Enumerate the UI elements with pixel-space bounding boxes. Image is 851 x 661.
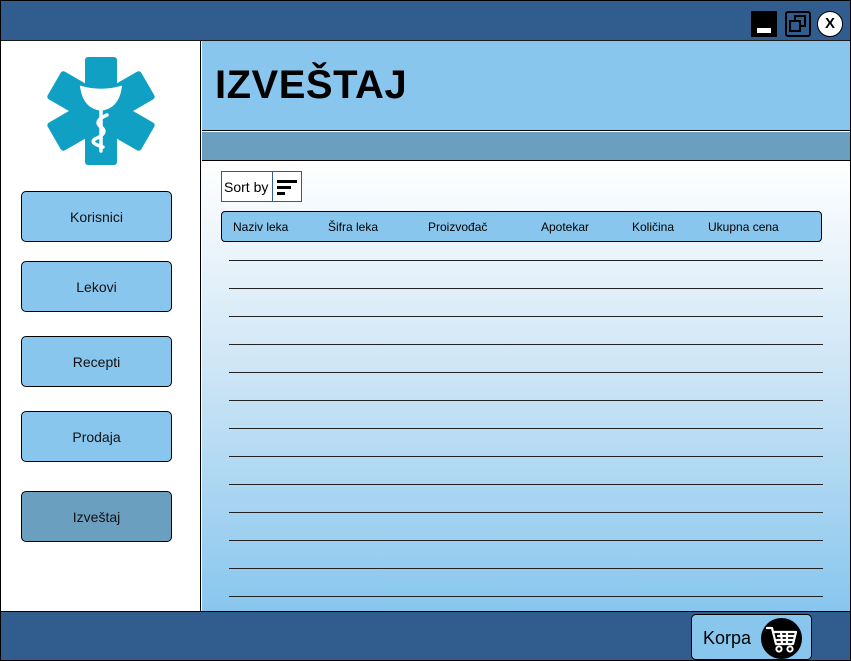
footer-bar: Korpa	[1, 611, 850, 660]
table-row	[229, 540, 823, 541]
sidebar-item-izvestaj[interactable]: Izveštaj	[21, 491, 172, 542]
column-header-proizvodjac[interactable]: Proizvođač	[428, 220, 487, 234]
sidebar: Korisnici Lekovi Recepti Prodaja Izvešta…	[1, 41, 201, 611]
column-header-sifra-leka[interactable]: Šifra leka	[328, 220, 378, 234]
page-header: IZVEŠTAJ	[202, 41, 850, 131]
table-row	[229, 512, 823, 513]
page-title: IZVEŠTAJ	[215, 63, 408, 107]
table-row	[229, 344, 823, 345]
table-row	[229, 372, 823, 373]
table-row	[229, 596, 823, 597]
sidebar-item-label: Korisnici	[70, 208, 123, 225]
table-row	[229, 288, 823, 289]
star-of-life-icon	[47, 57, 155, 165]
restore-button[interactable]	[785, 11, 811, 37]
close-button[interactable]: X	[817, 11, 843, 37]
sidebar-item-label: Lekovi	[76, 278, 117, 295]
table-row	[229, 568, 823, 569]
sort-by-button[interactable]: Sort by	[221, 171, 302, 202]
cart-button[interactable]: Korpa	[691, 614, 812, 660]
table-row	[229, 260, 823, 261]
sidebar-item-lekovi[interactable]: Lekovi	[21, 261, 172, 312]
report-content: Sort by Naziv leka Šifra leka Proizvođač…	[202, 162, 850, 611]
app-window: X Korisnici Lekovi Recepti Prodaja Izveš…	[0, 0, 851, 661]
sidebar-item-label: Recepti	[72, 353, 121, 370]
column-header-apotekar[interactable]: Apotekar	[541, 220, 589, 234]
column-header-naziv-leka[interactable]: Naziv leka	[233, 220, 288, 234]
header-subbar	[202, 132, 850, 161]
table-row	[229, 428, 823, 429]
column-header-ukupna-cena[interactable]: Ukupna cena	[708, 220, 779, 234]
sidebar-item-prodaja[interactable]: Prodaja	[21, 411, 172, 462]
sidebar-item-recepti[interactable]: Recepti	[21, 336, 172, 387]
table-row	[229, 400, 823, 401]
minimize-button[interactable]	[751, 11, 777, 37]
column-header-kolicina[interactable]: Količina	[632, 220, 674, 234]
sidebar-item-label: Izveštaj	[72, 508, 121, 525]
restore-icon	[789, 15, 806, 32]
sidebar-item-label: Prodaja	[72, 428, 121, 445]
shopping-cart-icon	[761, 618, 802, 659]
table-row	[229, 316, 823, 317]
table-header: Naziv leka Šifra leka Proizvođač Apoteka…	[221, 211, 822, 242]
table-row	[229, 484, 823, 485]
sort-lines-icon	[272, 172, 301, 201]
sidebar-item-korisnici[interactable]: Korisnici	[21, 191, 172, 242]
table-row	[229, 456, 823, 457]
sort-by-label: Sort by	[224, 178, 269, 195]
title-bar: X	[1, 1, 850, 41]
cart-label: Korpa	[703, 628, 752, 648]
